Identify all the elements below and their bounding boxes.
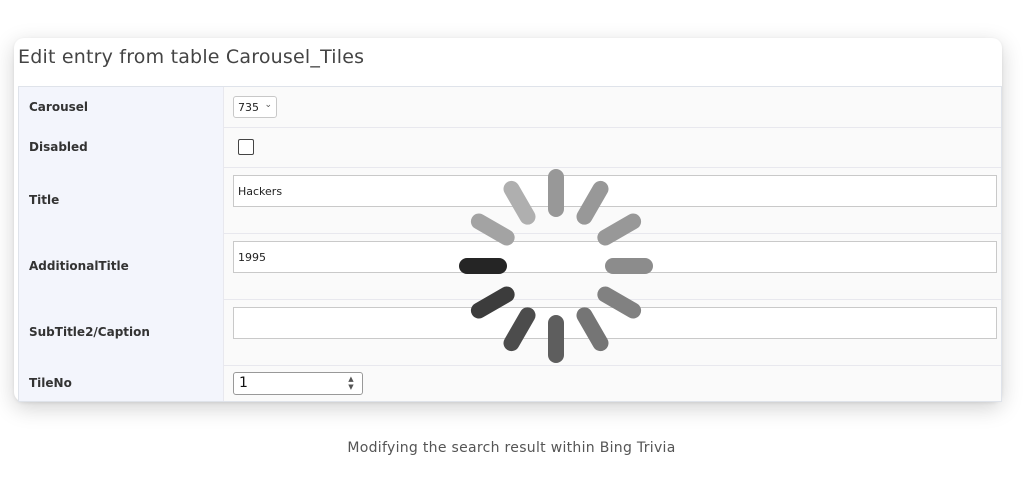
spinner-spoke xyxy=(576,307,609,352)
spinner-spoke xyxy=(470,213,515,246)
spinner-spoke xyxy=(470,286,515,319)
title-label: Title xyxy=(29,193,60,207)
spinner-spoke xyxy=(597,213,642,246)
disabled-checkbox[interactable] xyxy=(238,139,254,155)
screenshot-caption: Modifying the search result within Bing … xyxy=(347,440,676,456)
loading-spinner-icon xyxy=(459,169,653,363)
chevron-down-icon: ⌄ xyxy=(264,100,272,110)
spinner-spoke xyxy=(548,169,564,217)
stepper-arrows-icon[interactable]: ▲ ▼ xyxy=(344,375,358,392)
tileno-label: TileNo xyxy=(29,376,72,390)
form-row-carousel: Carousel 735 ⌄ xyxy=(19,87,1001,128)
page-title: Edit entry from table Carousel_Tiles xyxy=(18,46,365,68)
additional-title-label: AdditionalTitle xyxy=(29,259,129,273)
disabled-label: Disabled xyxy=(29,140,88,154)
subtitle-label: SubTitle2/Caption xyxy=(29,325,150,339)
form-row-disabled: Disabled xyxy=(19,127,1001,168)
spinner-spoke xyxy=(605,258,653,274)
spinner-spoke xyxy=(597,286,642,319)
spinner-spoke xyxy=(459,258,507,274)
carousel-select[interactable]: 735 ⌄ xyxy=(233,96,277,118)
carousel-select-value: 735 xyxy=(238,101,259,114)
carousel-label: Carousel xyxy=(29,100,89,114)
tileno-input[interactable]: 1 ▲ ▼ xyxy=(233,372,363,395)
spinner-spoke xyxy=(503,180,536,225)
form-row-tileno: TileNo xyxy=(19,365,1001,401)
spinner-spoke xyxy=(576,180,609,225)
tileno-value: 1 xyxy=(239,375,248,391)
spinner-spoke xyxy=(548,315,564,363)
spinner-spoke xyxy=(503,307,536,352)
